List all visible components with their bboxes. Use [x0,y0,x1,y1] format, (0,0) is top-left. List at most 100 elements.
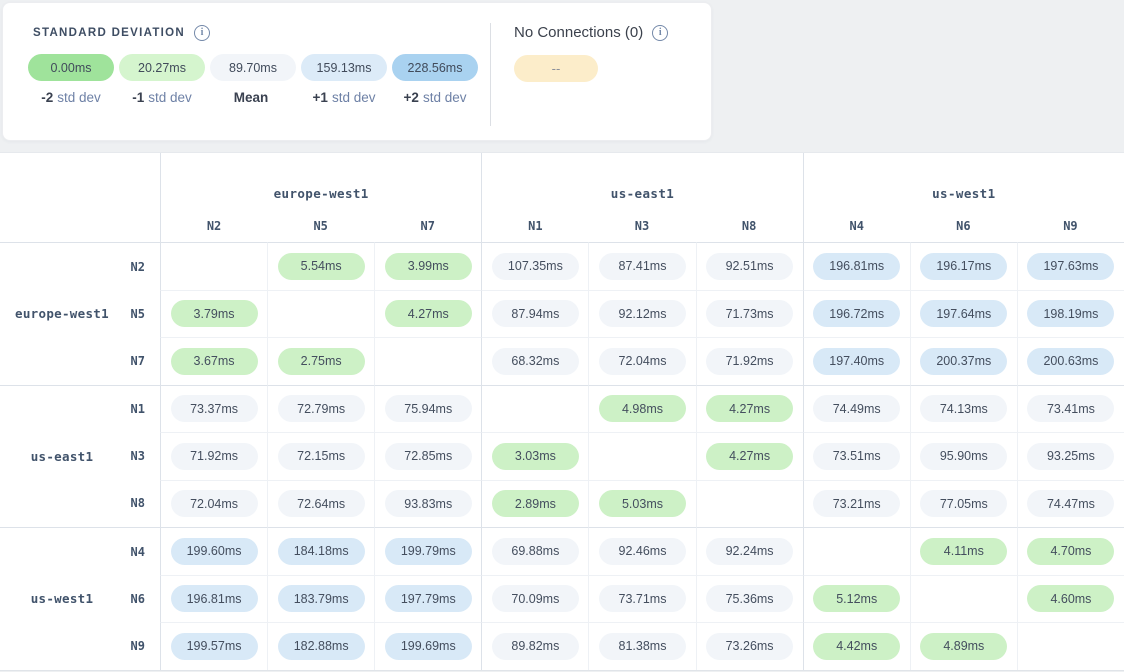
latency-pill[interactable]: 73.71ms [599,585,686,612]
latency-pill[interactable]: 5.54ms [278,253,365,280]
latency-cell [696,480,803,528]
latency-pill[interactable]: 200.63ms [1027,348,1114,375]
no-connections-section: No Connections (0) i -- [514,24,668,82]
latency-pill[interactable]: 69.88ms [492,538,579,565]
latency-pill[interactable]: 71.92ms [171,443,258,470]
latency-pill[interactable]: 4.27ms [706,395,793,422]
latency-pill[interactable]: 3.99ms [385,253,472,280]
latency-cell: 73.21ms [803,480,910,528]
latency-pill[interactable]: 93.25ms [1027,443,1114,470]
latency-cell: 71.92ms [696,337,803,385]
latency-cell: 93.25ms [1017,432,1124,480]
latency-pill[interactable]: 2.89ms [492,490,579,517]
latency-cell: 199.60ms [160,527,267,575]
latency-cell: 89.82ms [481,622,588,670]
latency-cell: 183.79ms [267,575,374,623]
latency-cell: 200.37ms [910,337,1017,385]
legend-stop-label: -1std dev [119,90,205,105]
latency-cell: 74.13ms [910,385,1017,433]
latency-pill[interactable]: 199.57ms [171,633,258,660]
latency-pill[interactable]: 4.42ms [813,633,900,660]
latency-cell: 184.18ms [267,527,374,575]
latency-pill[interactable]: 197.63ms [1027,253,1114,280]
latency-cell: 5.54ms [267,242,374,290]
latency-pill[interactable]: 95.90ms [920,443,1007,470]
latency-pill[interactable]: 4.27ms [385,300,472,327]
latency-pill[interactable]: 74.13ms [920,395,1007,422]
latency-pill[interactable]: 199.60ms [171,538,258,565]
latency-pill[interactable]: 184.18ms [278,538,365,565]
latency-pill[interactable]: 182.88ms [278,633,365,660]
latency-pill[interactable]: 70.09ms [492,585,579,612]
latency-pill[interactable]: 73.41ms [1027,395,1114,422]
latency-pill[interactable]: 72.04ms [171,490,258,517]
latency-pill[interactable]: 4.89ms [920,633,1007,660]
latency-pill[interactable]: 93.83ms [385,490,472,517]
latency-cell: 75.36ms [696,575,803,623]
latency-pill[interactable]: 89.82ms [492,633,579,660]
latency-pill[interactable]: 87.94ms [492,300,579,327]
latency-pill[interactable]: 73.21ms [813,490,900,517]
latency-pill[interactable]: 199.79ms [385,538,472,565]
latency-pill[interactable]: 196.17ms [920,253,1007,280]
latency-cell: 72.15ms [267,432,374,480]
latency-pill[interactable]: 196.81ms [813,253,900,280]
latency-cell [481,385,588,433]
latency-pill[interactable]: 2.75ms [278,348,365,375]
info-icon[interactable]: i [652,25,668,41]
latency-pill[interactable]: 74.47ms [1027,490,1114,517]
latency-pill[interactable]: 183.79ms [278,585,365,612]
latency-pill[interactable]: 197.64ms [920,300,1007,327]
latency-pill[interactable]: 92.51ms [706,253,793,280]
latency-pill[interactable]: 92.12ms [599,300,686,327]
latency-pill[interactable]: 3.79ms [171,300,258,327]
latency-pill[interactable]: 196.81ms [171,585,258,612]
latency-pill[interactable]: 74.49ms [813,395,900,422]
latency-pill[interactable]: 107.35ms [492,253,579,280]
latency-pill[interactable]: 197.40ms [813,348,900,375]
latency-cell: 199.79ms [374,527,481,575]
latency-pill[interactable]: 200.37ms [920,348,1007,375]
latency-pill[interactable]: 197.79ms [385,585,472,612]
latency-pill[interactable]: 4.98ms [599,395,686,422]
latency-pill[interactable]: 81.38ms [599,633,686,660]
latency-pill[interactable]: 87.41ms [599,253,686,280]
latency-pill[interactable]: 73.51ms [813,443,900,470]
latency-pill[interactable]: 73.37ms [171,395,258,422]
latency-pill[interactable]: 71.73ms [706,300,793,327]
latency-pill[interactable]: 3.67ms [171,348,258,375]
latency-pill[interactable]: 75.36ms [706,585,793,612]
latency-pill[interactable]: 196.72ms [813,300,900,327]
latency-cell [910,575,1017,623]
latency-pill[interactable]: 72.79ms [278,395,365,422]
info-icon[interactable]: i [194,25,210,41]
latency-pill[interactable]: 4.27ms [706,443,793,470]
latency-pill[interactable]: 92.46ms [599,538,686,565]
latency-pill[interactable]: 75.94ms [385,395,472,422]
latency-pill[interactable]: 4.11ms [920,538,1007,565]
latency-cell: 93.83ms [374,480,481,528]
row-group-header: europe-west1N2N5N7 [0,242,160,385]
latency-cell: 196.72ms [803,290,910,338]
latency-cell: 2.89ms [481,480,588,528]
latency-pill[interactable]: 72.04ms [599,348,686,375]
latency-pill[interactable]: 73.26ms [706,633,793,660]
latency-pill[interactable]: 72.15ms [278,443,365,470]
latency-pill[interactable]: 4.60ms [1027,585,1114,612]
latency-pill[interactable]: 4.70ms [1027,538,1114,565]
latency-pill[interactable]: 77.05ms [920,490,1007,517]
latency-pill[interactable]: 198.19ms [1027,300,1114,327]
latency-pill[interactable]: 5.12ms [813,585,900,612]
latency-pill[interactable]: 72.85ms [385,443,472,470]
column-node-header: N4 [803,210,910,242]
latency-pill[interactable]: 199.69ms [385,633,472,660]
latency-pill[interactable]: 71.92ms [706,348,793,375]
latency-pill[interactable]: 3.03ms [492,443,579,470]
latency-pill[interactable]: 5.03ms [599,490,686,517]
latency-pill[interactable]: 92.24ms [706,538,793,565]
legend-stop-label: Mean [210,90,296,105]
latency-cell: 200.63ms [1017,337,1124,385]
latency-pill[interactable]: 68.32ms [492,348,579,375]
legend-stop-pill: 20.27ms [119,54,205,81]
latency-pill[interactable]: 72.64ms [278,490,365,517]
